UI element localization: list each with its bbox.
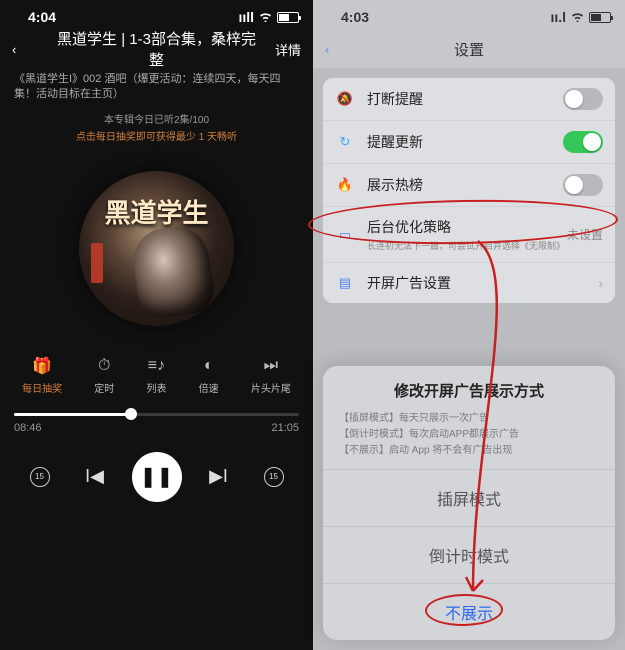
album-today-count: 本专辑今日已听2集/100 (0, 111, 313, 126)
row-hot-list: 🔥 展示热榜 (323, 164, 615, 207)
opt-interstitial[interactable]: 插屏模式 (323, 469, 615, 526)
status-bar: 4:03 ıı.l (313, 0, 625, 28)
label-splash-ad: 开屏广告设置 (367, 273, 592, 293)
row-interrupt-remind: 🔕 打断提醒 (323, 78, 615, 121)
play-pause-button[interactable]: ❚❚ (132, 452, 182, 502)
chevron-right-icon: › (598, 275, 603, 291)
opt-countdown[interactable]: 倒计时模式 (323, 526, 615, 583)
settings-group: 🔕 打断提醒 ↻ 提醒更新 🔥 展示热榜 ▭ 后台优化策略长连初无法下一篇，可尝试开启并选择《… (323, 78, 615, 303)
album-tip[interactable]: 点击每日抽奖即可获得最少 1 天畅听 (0, 128, 313, 143)
time-current: 08:46 (14, 422, 42, 434)
status-bar: 4:04 ııll (0, 0, 313, 28)
sheet-hints: 【插屏模式】每天只展示一次广告【倒计时模式】每次启动APP都展示广告【不展示】启… (323, 411, 615, 469)
update-remind-icon: ↻ (335, 132, 355, 152)
splash-ad-icon: ▤ (335, 273, 355, 293)
time-labels: 08:46 21:05 (14, 422, 299, 434)
battery-icon (277, 12, 299, 23)
next-track-button[interactable]: ▶I (201, 459, 237, 495)
toggle-update-remind[interactable] (563, 131, 603, 153)
player-title: 黑道学生 | 1-3部合集，桑梓完整 (52, 28, 261, 70)
row-bg-policy[interactable]: ▭ 后台优化策略长连初无法下一篇，可尝试开启并选择《无限制》未设置 (323, 207, 615, 263)
label-bg-policy: 后台优化策略 (367, 217, 567, 237)
sheet-header: 修改开屏广告展示方式 (323, 366, 615, 411)
ctrl-daily-draw[interactable]: 🎁 每日抽奖 (22, 356, 62, 395)
player-screen: 4:04 ııll ‹ 黑道学生 | 1-3部合集，桑梓完整 详情 《黑道学生I… (0, 0, 313, 650)
label-interrupt-remind: 打断提醒 (367, 89, 563, 109)
status-time: 4:03 (341, 9, 369, 25)
player-nav: ‹ 黑道学生 | 1-3部合集，桑梓完整 详情 (0, 28, 313, 70)
sheet-hint-line: 【插屏模式】每天只展示一次广告 (339, 411, 599, 427)
skip-intro-label: 片头片尾 (251, 380, 291, 395)
wifi-icon (258, 9, 273, 25)
skip-intro-icon: ⏭ (261, 356, 281, 376)
label-hot-list: 展示热榜 (367, 175, 563, 195)
playback-controls: 15 I◀ ❚❚ ▶I 15 (12, 452, 301, 502)
hot-list-icon: 🔥 (335, 175, 355, 195)
signal-icon: ıı.l (550, 9, 566, 25)
sub-bg-policy: 长连初无法下一篇，可尝试开启并选择《无限制》 (367, 239, 567, 252)
status-icons: ııll (238, 9, 299, 25)
detail-button[interactable]: 详情 (261, 40, 301, 59)
opt-none[interactable]: 不展示 (323, 583, 615, 640)
progress-thumb[interactable] (125, 408, 137, 420)
label-update-remind: 提醒更新 (367, 132, 563, 152)
prev-track-button[interactable]: I◀ (77, 459, 113, 495)
back-button[interactable]: ‹ (12, 42, 52, 57)
toggle-hot-list[interactable] (563, 174, 603, 196)
settings-screen: 4:03 ıı.l ‹ 设置 🔕 打断提醒 ↻ 提醒更新 🔥 展示热榜 ▭ 后台优化策略长连初… (313, 0, 625, 650)
time-total: 21:05 (271, 422, 299, 434)
sheet-title: 修改开屏广告展示方式 (335, 380, 603, 401)
ctrl-playlist[interactable]: ≡♪ 列表 (146, 356, 166, 395)
sheet-hint-line: 【倒计时模式】每次启动APP都展示广告 (339, 427, 599, 443)
battery-icon (589, 12, 611, 23)
status-icons: ıı.l (550, 9, 611, 25)
ctrl-speed[interactable]: ◐ 倍速 (199, 356, 219, 395)
timer-label: 定时 (94, 380, 114, 395)
album-art[interactable]: 黑道学生 (79, 171, 234, 326)
back-button[interactable]: ‹ (325, 42, 365, 57)
ctrl-timer[interactable]: ⏱ 定时 (94, 356, 114, 395)
playlist-icon: ≡♪ (146, 356, 166, 376)
value-bg-policy: 未设置 (567, 226, 603, 243)
row-update-remind: ↻ 提醒更新 (323, 121, 615, 164)
speed-label: 倍速 (199, 380, 219, 395)
progress-fill (14, 413, 131, 416)
settings-nav: ‹ 设置 (313, 28, 625, 70)
rewind-icon: 15 (30, 467, 50, 487)
row-splash-ad[interactable]: ▤ 开屏广告设置 › (323, 263, 615, 303)
sheet-hint-line: 【不展示】启动 App 将不会有广告出现 (339, 443, 599, 459)
bg-policy-icon: ▭ (335, 225, 355, 245)
daily-draw-label: 每日抽奖 (22, 380, 62, 395)
toggle-interrupt-remind[interactable] (563, 88, 603, 110)
playlist-label: 列表 (146, 380, 166, 395)
episode-description: 《黑道学生I》002 酒吧（爆更活动：连续四天，每天四集！活动目标在主页） (0, 70, 313, 105)
progress-bar[interactable] (14, 413, 299, 416)
action-sheet: 修改开屏广告展示方式 【插屏模式】每天只展示一次广告【倒计时模式】每次启动APP… (323, 366, 615, 640)
settings-title: 设置 (365, 39, 573, 60)
album-art-seal (91, 243, 103, 283)
timer-icon: ⏱ (94, 356, 114, 376)
forward-icon: 15 (264, 467, 284, 487)
album-art-fist (129, 223, 217, 321)
album-art-title: 黑道学生 (79, 193, 234, 230)
rewind-15-button[interactable]: 15 (22, 459, 58, 495)
wifi-icon (570, 9, 585, 25)
speed-icon: ◐ (199, 356, 219, 376)
daily-draw-icon: 🎁 (32, 356, 52, 376)
ctrl-skip-intro[interactable]: ⏭ 片头片尾 (251, 356, 291, 395)
signal-icon: ııll (238, 9, 254, 25)
interrupt-remind-icon: 🔕 (335, 89, 355, 109)
control-row: 🎁 每日抽奖 ⏱ 定时 ≡♪ 列表 ◐ 倍速 ⏭ 片头片尾 (6, 356, 307, 395)
status-time: 4:04 (28, 9, 56, 25)
forward-15-button[interactable]: 15 (256, 459, 292, 495)
